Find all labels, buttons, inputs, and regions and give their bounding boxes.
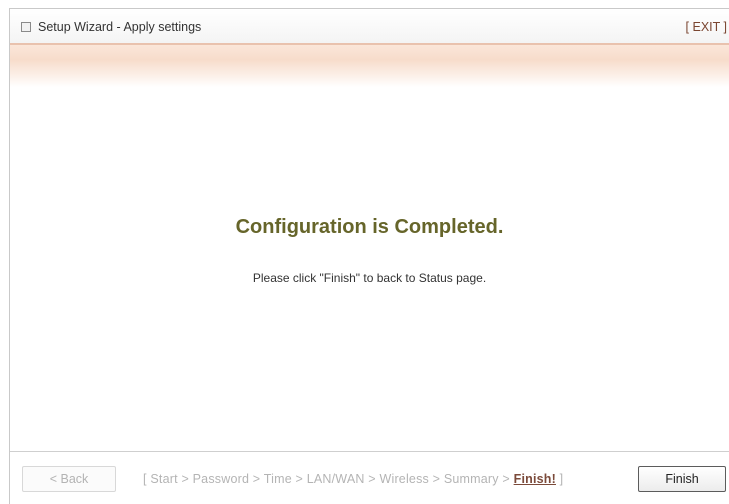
breadcrumb-separator: > bbox=[177, 472, 193, 486]
breadcrumb-separator: > bbox=[291, 472, 307, 486]
breadcrumb-separator: > bbox=[364, 472, 380, 486]
completion-heading: Configuration is Completed. bbox=[235, 216, 504, 238]
title-bar: Setup Wizard - Apply settings [ EXIT ] bbox=[10, 9, 729, 45]
footer-divider bbox=[10, 451, 729, 452]
breadcrumb-step-lan-wan: LAN/WAN bbox=[306, 472, 365, 486]
breadcrumb-separator: > bbox=[498, 472, 514, 486]
breadcrumb-separator: > bbox=[429, 472, 444, 486]
back-button[interactable]: < Back bbox=[22, 466, 116, 492]
finish-button[interactable]: Finish bbox=[638, 466, 726, 492]
breadcrumb-step-password: Password bbox=[192, 472, 250, 486]
step-breadcrumb: [ Start > Password > Time > LAN/WAN > Wi… bbox=[143, 472, 563, 486]
window-title: Setup Wizard - Apply settings bbox=[38, 20, 202, 34]
breadcrumb-step-finish-current: Finish! bbox=[513, 472, 556, 486]
window-square-icon bbox=[21, 22, 31, 32]
breadcrumb-step-wireless: Wireless bbox=[379, 472, 429, 486]
completion-message: Please click "Finish" to back to Status … bbox=[252, 271, 487, 285]
breadcrumb-step-start: Start bbox=[150, 472, 178, 486]
breadcrumb-step-summary: Summary bbox=[443, 472, 499, 486]
breadcrumb-step-time: Time bbox=[263, 472, 292, 486]
exit-link[interactable]: [ EXIT ] bbox=[686, 20, 727, 34]
wizard-panel: Setup Wizard - Apply settings [ EXIT ] C… bbox=[9, 8, 729, 504]
header-gradient bbox=[10, 45, 729, 87]
breadcrumb-separator: > bbox=[249, 472, 264, 486]
breadcrumb-close-bracket: ] bbox=[555, 472, 564, 486]
